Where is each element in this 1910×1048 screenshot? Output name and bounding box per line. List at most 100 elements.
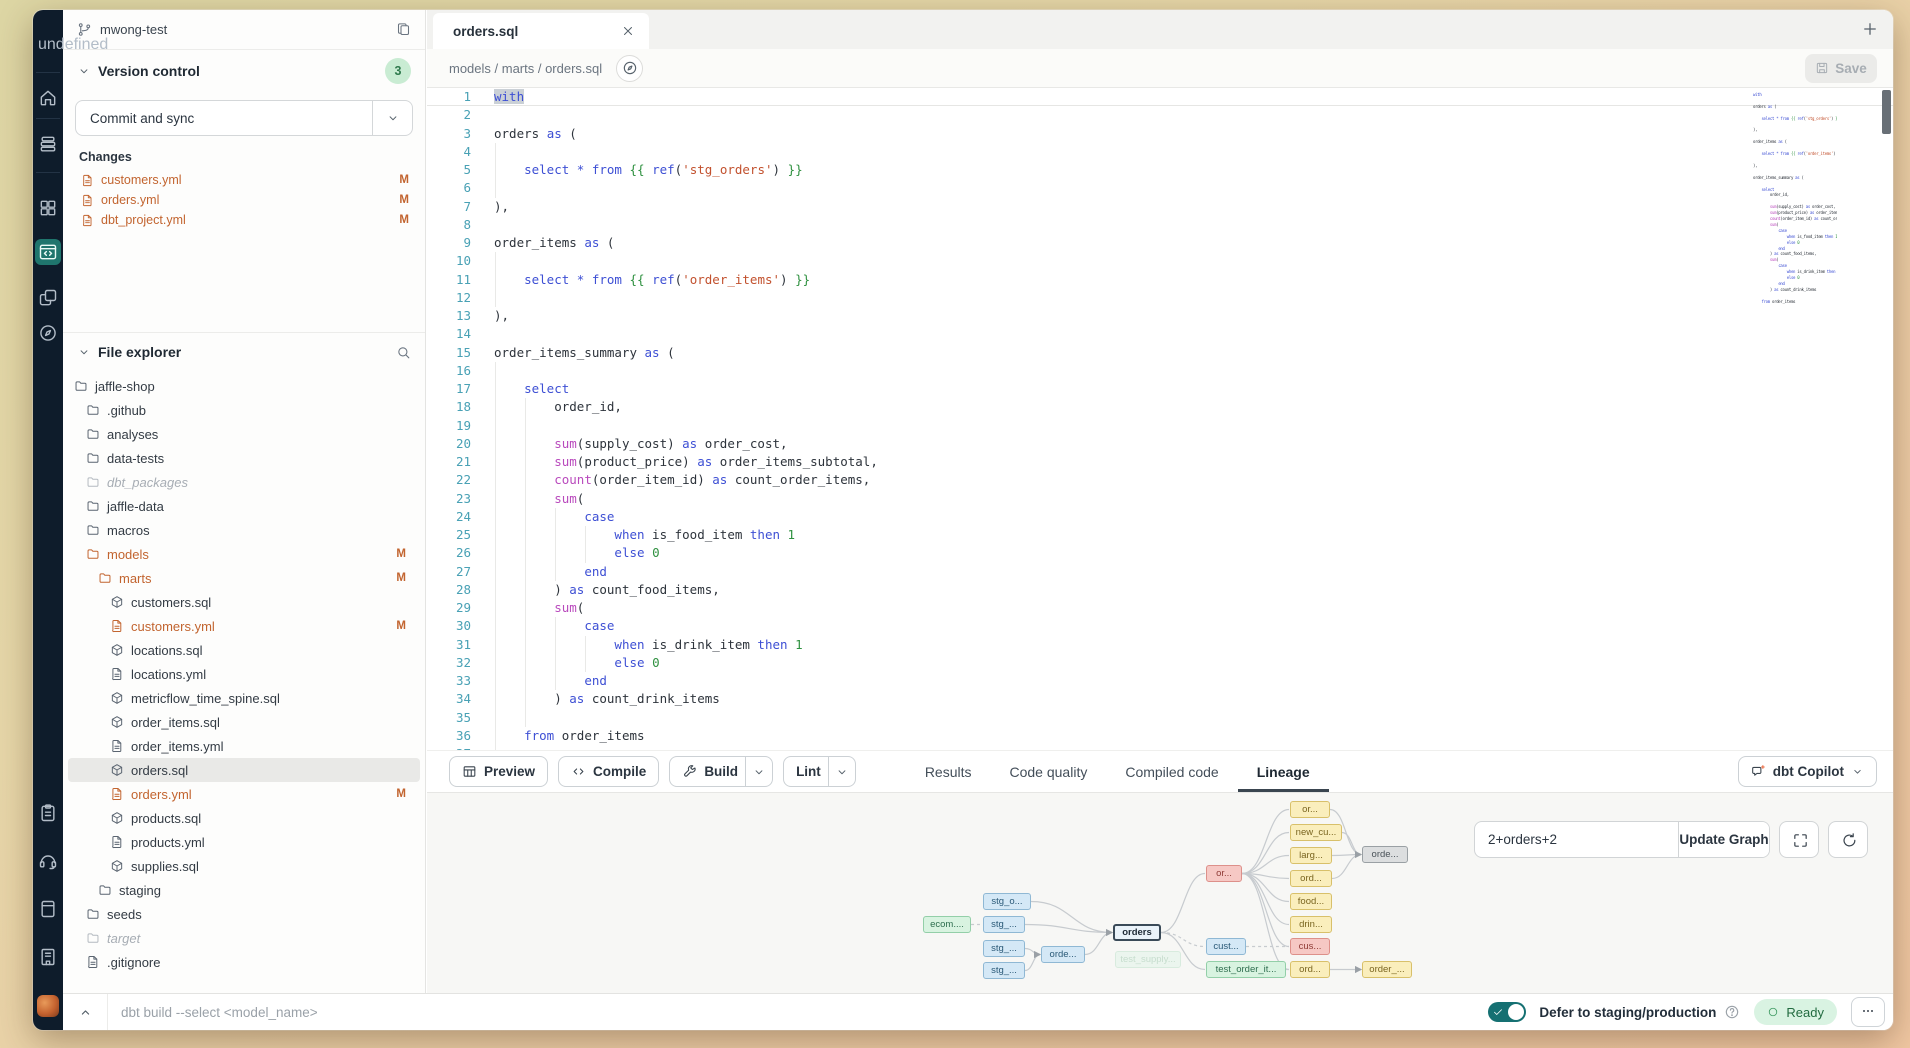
editor-scrollbar[interactable] [1882,90,1891,746]
code-line[interactable]: 27 end [427,563,1893,581]
code-line[interactable]: 22 count(order_item_id) as count_order_i… [427,471,1893,489]
tree-item-models[interactable]: modelsM [68,542,420,566]
tab-lineage[interactable]: Lineage [1238,751,1329,792]
lineage-node-y5[interactable]: food... [1290,893,1332,910]
code-line[interactable]: 24 case [427,508,1893,526]
code-line[interactable]: 14 [427,325,1893,343]
search-icon[interactable] [396,345,411,360]
tree-item-dbt-packages[interactable]: dbt_packages [68,470,420,494]
tree-item--github[interactable]: .github [68,398,420,422]
tree-item-products-yml[interactable]: products.yml [68,830,420,854]
save-button[interactable]: Save [1805,54,1877,83]
code-line[interactable]: 25 when is_food_item then 1 [427,526,1893,544]
code-line[interactable]: 33 end [427,672,1893,690]
code-line[interactable]: 13), [427,307,1893,325]
help-icon[interactable] [1724,1004,1740,1020]
update-graph-button[interactable]: Update Graph [1678,822,1769,857]
tree-item-data-tests[interactable]: data-tests [68,446,420,470]
lineage-node-y7[interactable]: ord... [1290,961,1330,978]
code-line[interactable]: 11 select * from {{ ref('order_items') }… [427,271,1893,289]
new-tab-button[interactable] [1861,20,1879,38]
copy-icon[interactable] [396,22,411,37]
tree-item-locations-yml[interactable]: locations.yml [68,662,420,686]
tree-item-target[interactable]: target [68,926,420,950]
code-line[interactable]: 8 [427,216,1893,234]
code-line[interactable]: 35 [427,709,1893,727]
lint-button[interactable]: Lint [783,756,856,787]
lineage-node-orders[interactable]: orders [1113,924,1161,941]
code-line[interactable]: 30 case [427,617,1893,635]
code-line[interactable]: 31 when is_drink_item then 1 [427,636,1893,654]
code-line[interactable]: 28 ) as count_food_items, [427,581,1893,599]
tree-item-marts[interactable]: martsM [68,566,420,590]
lineage-node-y2[interactable]: new_cu... [1290,824,1342,841]
fullscreen-button[interactable] [1779,821,1819,858]
lineage-node-stg2[interactable]: stg_... [983,916,1025,933]
dbt-copilot-button[interactable]: dbt Copilot [1738,756,1877,787]
dbt-logo[interactable]: undefined [38,36,58,56]
tree-item-jaffle-shop[interactable]: jaffle-shop [68,374,420,398]
lineage-node-cusp[interactable]: cus... [1290,938,1330,955]
tree-item-macros[interactable]: macros [68,518,420,542]
lineage-node-stg3[interactable]: stg_... [983,940,1025,957]
book-icon[interactable] [38,899,58,919]
code-line[interactable]: 4 [427,143,1893,161]
lineage-node-y1[interactable]: or... [1290,801,1330,818]
code-line[interactable]: 20 sum(supply_cost) as order_cost, [427,435,1893,453]
compile-button[interactable]: Compile [558,756,659,787]
code-line[interactable]: 26 else 0 [427,544,1893,562]
tab-results[interactable]: Results [906,751,991,792]
scrollbar-thumb[interactable] [1882,90,1891,134]
code-line[interactable]: 1with [427,88,1893,106]
code-line[interactable]: 2 [427,106,1893,124]
tree-item-supplies-sql[interactable]: supplies.sql [68,854,420,878]
code-line[interactable]: 23 sum( [427,490,1893,508]
code-line[interactable]: 6 [427,179,1893,197]
code-line[interactable]: 29 sum( [427,599,1893,617]
lineage-node-stg4[interactable]: stg_... [983,962,1025,979]
open-in-explore-button[interactable] [616,55,643,82]
tree-item-customers-sql[interactable]: customers.sql [68,590,420,614]
changed-file-row[interactable]: dbt_project.ymlM [63,210,425,230]
lineage-node-y3[interactable]: larg... [1290,847,1332,864]
building-icon[interactable] [38,947,58,967]
code-line[interactable]: 9order_items as ( [427,234,1893,252]
lineage-node-exp[interactable]: orde... [1362,846,1408,863]
version-control-header[interactable]: Version control 3 [63,56,425,86]
refresh-button[interactable] [1828,821,1868,858]
code-line[interactable]: 10 [427,252,1893,270]
headset-icon[interactable] [38,851,58,871]
code-line[interactable]: 12 [427,289,1893,307]
lineage-filter-input[interactable] [1475,822,1678,857]
lineage-node-stg1[interactable]: stg_o... [983,893,1031,910]
tree-item-order-items-yml[interactable]: order_items.yml [68,734,420,758]
clipboard-icon[interactable] [38,803,58,823]
commit-options-chevron[interactable] [372,101,412,135]
code-line[interactable]: 34 ) as count_drink_items [427,690,1893,708]
build-button[interactable]: Build [669,756,773,787]
lineage-node-y4[interactable]: ord... [1290,870,1332,887]
more-options-button[interactable] [1851,997,1885,1027]
lineage-node-y6[interactable]: drin... [1290,916,1332,933]
code-line[interactable]: 15order_items_summary as ( [427,344,1893,362]
code-line[interactable]: 5 select * from {{ ref('stg_orders') }} [427,161,1893,179]
lineage-node-cust[interactable]: cust... [1206,938,1246,955]
code-line[interactable]: 36 from order_items [427,727,1893,745]
tree-item-metricflow-time-spine-sql[interactable]: metricflow_time_spine.sql [68,686,420,710]
close-icon[interactable] [621,24,635,38]
tree-item-orders-sql[interactable]: orders.sql [68,758,420,782]
stack-icon[interactable] [38,134,58,154]
tree-item-staging[interactable]: staging [68,878,420,902]
code-line[interactable]: 16 [427,362,1893,380]
tree-item-jaffle-data[interactable]: jaffle-data [68,494,420,518]
code-line[interactable]: 21 sum(product_price) as order_items_sub… [427,453,1893,471]
lineage-node-orp[interactable]: or... [1206,865,1242,882]
command-input[interactable]: dbt build --select <model_name> [121,1005,1488,1020]
changed-file-row[interactable]: customers.ymlM [63,170,425,190]
tree-item-customers-yml[interactable]: customers.ymlM [68,614,420,638]
tab-code-quality[interactable]: Code quality [991,751,1107,792]
tree-item-analyses[interactable]: analyses [68,422,420,446]
changed-file-row[interactable]: orders.ymlM [63,190,425,210]
code-editor[interactable]: 1with23orders as (45 select * from {{ re… [427,88,1893,750]
expand-command-bar-button[interactable] [63,1005,107,1020]
